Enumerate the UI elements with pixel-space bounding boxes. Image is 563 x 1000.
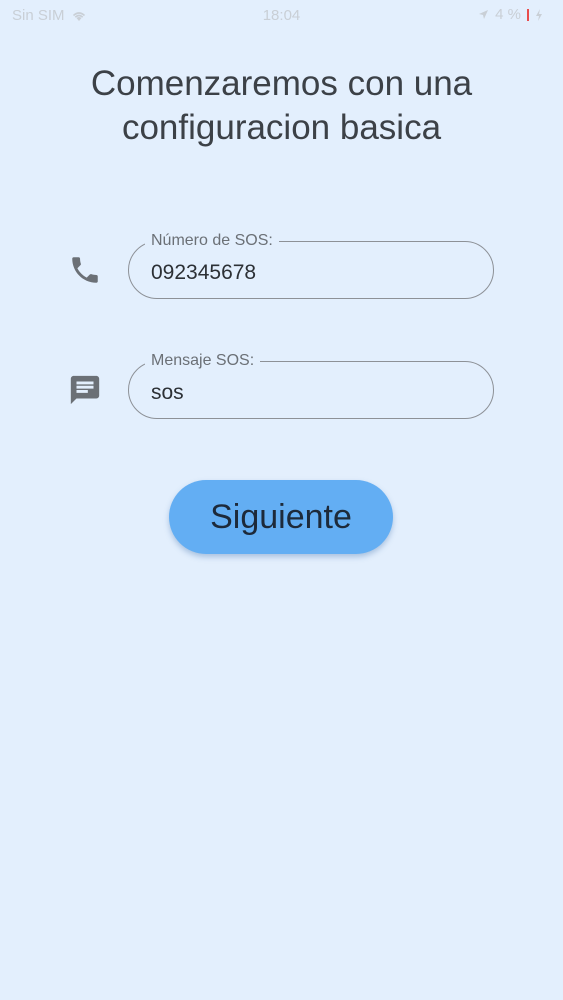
sos-message-label: Mensaje SOS: bbox=[145, 352, 261, 370]
title-line-2: configuracion basica bbox=[121, 108, 442, 147]
sos-number-label: Número de SOS: bbox=[145, 232, 279, 250]
sos-message-input[interactable]: sos bbox=[151, 380, 184, 406]
battery-icon bbox=[527, 8, 529, 21]
sos-message-field[interactable]: Mensaje SOS: sos bbox=[128, 352, 494, 419]
page-title: Comenzaremos con una configuracion basic… bbox=[0, 62, 563, 150]
sos-message-row: Mensaje SOS: sos bbox=[0, 352, 563, 421]
sos-number-field[interactable]: Número de SOS: 092345678 bbox=[128, 232, 494, 299]
charging-icon bbox=[536, 8, 542, 21]
status-bar: Sin SIM 18:04 4 % bbox=[0, 0, 563, 32]
sos-number-input[interactable]: 092345678 bbox=[151, 260, 256, 286]
phone-icon bbox=[72, 257, 98, 283]
location-arrow-icon bbox=[479, 10, 489, 19]
message-icon bbox=[70, 375, 100, 405]
next-button[interactable]: Siguiente bbox=[169, 480, 393, 554]
title-line-1: Comenzaremos con una bbox=[90, 64, 473, 103]
status-right: 4 % bbox=[478, 6, 543, 23]
battery-percent: 4 % bbox=[495, 6, 521, 23]
sos-number-row: Número de SOS: 092345678 bbox=[0, 232, 563, 301]
